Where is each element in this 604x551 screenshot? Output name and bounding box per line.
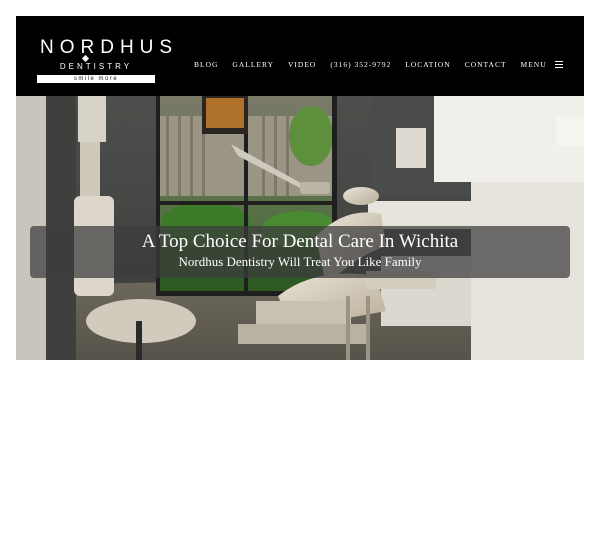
dispenser: [396, 128, 426, 168]
hero-subtitle: Nordhus Dentistry Will Treat You Like Fa…: [178, 254, 422, 269]
menu-label: MENU: [520, 59, 547, 69]
hero-title: A Top Choice For Dental Care In Wichita: [141, 231, 459, 252]
website-frame: NORDHUS DENTISTRY smile more BLOG GALLER…: [16, 16, 584, 360]
nav-gallery[interactable]: GALLERY: [232, 60, 274, 69]
main-nav: BLOG GALLERY VIDEO (316) 352-9792 LOCATI…: [194, 58, 563, 70]
light-arm: [78, 96, 106, 142]
tree: [289, 106, 333, 166]
nav-location[interactable]: LOCATION: [405, 60, 451, 69]
logo-name: NORDHUS: [40, 37, 179, 58]
nav-blog[interactable]: BLOG: [194, 60, 218, 69]
hero-banner: A Top Choice For Dental Care In Wichita …: [30, 226, 570, 278]
logo-tagline: smile more: [37, 75, 155, 83]
nav-contact[interactable]: CONTACT: [465, 60, 507, 69]
menu-button[interactable]: MENU: [521, 60, 563, 69]
hamburger-icon: [554, 61, 563, 69]
site-logo[interactable]: NORDHUS DENTISTRY smile more: [37, 37, 179, 83]
site-header: NORDHUS DENTISTRY smile more BLOG GALLER…: [16, 16, 584, 96]
counter: [368, 201, 483, 229]
nav-video[interactable]: VIDEO: [288, 60, 316, 69]
logo-subtitle: DENTISTRY: [59, 62, 133, 71]
nav-phone[interactable]: (316) 352-9792: [330, 60, 391, 69]
